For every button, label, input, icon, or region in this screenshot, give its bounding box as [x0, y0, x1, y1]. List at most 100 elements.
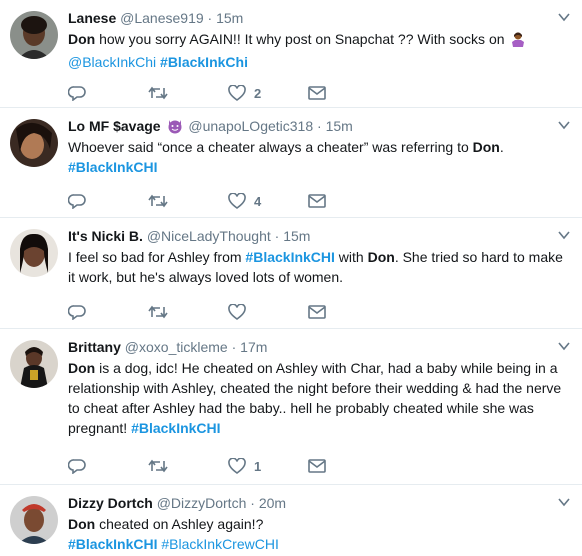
retweet-button[interactable] [148, 456, 228, 476]
separator-dot: · [231, 339, 237, 355]
tweet-text: Don cheated on Ashley again!? #BlackInkC… [68, 514, 568, 554]
reply-button[interactable] [68, 191, 148, 211]
tweet[interactable]: It's Nicki B. @NiceLadyThought · 15m I f… [0, 218, 582, 329]
like-count: 4 [254, 193, 262, 209]
user-handle[interactable]: @DizzyDortch [157, 495, 247, 511]
like-count: 2 [254, 85, 262, 101]
retweet-button[interactable] [148, 302, 228, 322]
display-name[interactable]: Lanese [68, 10, 116, 26]
tweet-header: Dizzy Dortch @DizzyDortch · 20m [68, 493, 568, 513]
user-handle[interactable]: @unapoLOgetic318 [188, 118, 313, 134]
avatar[interactable] [10, 496, 58, 544]
like-button[interactable] [228, 302, 308, 322]
text-segment: with [334, 249, 368, 265]
tweet-text: I feel so bad for Ashley from #BlackInkC… [68, 247, 568, 287]
avatar[interactable] [10, 229, 58, 277]
tweet-text: Whoever said “once a cheater always a ch… [68, 137, 568, 177]
reply-icon [68, 194, 86, 209]
like-button[interactable]: 4 [228, 191, 308, 211]
avatar[interactable] [10, 11, 58, 59]
mention-bold: Don [472, 139, 500, 155]
chevron-down-icon[interactable] [558, 120, 570, 130]
reply-button[interactable] [68, 83, 148, 103]
chevron-down-icon[interactable] [558, 230, 570, 240]
chevron-down-icon[interactable] [558, 341, 570, 351]
direct-message-button[interactable] [308, 83, 388, 103]
tweet-header: Lo MF $avage @unapoLOgetic318 · 15m [68, 116, 568, 136]
avatar[interactable] [10, 119, 58, 167]
envelope-icon [308, 86, 326, 100]
tweet-feed: Lanese @Lanese919 · 15m Don how you sorr… [0, 0, 582, 556]
display-name[interactable]: Brittany [68, 339, 121, 355]
tweet-header: It's Nicki B. @NiceLadyThought · 15m [68, 226, 568, 246]
hashtag-link[interactable]: #BlackInkCHI [68, 159, 157, 175]
hashtag-link[interactable]: #BlackInkCrewCHI [161, 536, 278, 552]
tweet-text: Don how you sorry AGAIN!! It why post on… [68, 29, 568, 72]
retweet-button[interactable] [148, 191, 228, 211]
text-segment: Whoever said “once a cheater always a ch… [68, 139, 473, 155]
heart-icon [228, 458, 246, 474]
retweet-button[interactable] [148, 83, 228, 103]
separator-dot: · [250, 495, 255, 511]
heart-icon [228, 85, 246, 101]
tweet-header: Lanese @Lanese919 · 15m [68, 8, 568, 28]
mention-bold: Don [367, 249, 395, 265]
direct-message-button[interactable] [308, 191, 388, 211]
text-segment: how you sorry AGAIN!! It why post on Sna… [95, 31, 509, 47]
timestamp[interactable]: 15m [283, 228, 310, 244]
retweet-icon [148, 86, 168, 100]
display-name[interactable]: Dizzy Dortch [68, 495, 153, 511]
reply-icon [68, 86, 86, 101]
avatar[interactable] [10, 340, 58, 388]
reply-button[interactable] [68, 302, 148, 322]
hashtag-link[interactable]: #BlackInkCHI [131, 420, 220, 436]
hashtag-link[interactable]: #BlackInkCHI [68, 536, 157, 552]
text-segment: cheated on Ashley again!? [95, 516, 264, 532]
hashtag-link[interactable]: #BlackInkChi [160, 54, 248, 70]
direct-message-button[interactable] [308, 302, 388, 322]
like-button[interactable]: 1 [228, 456, 308, 476]
heart-icon [228, 193, 246, 209]
user-handle[interactable]: @xoxo_tickleme [125, 339, 228, 355]
woman-shrugging-emoji [510, 31, 526, 52]
separator-dot: · [317, 118, 322, 134]
tweet-text: Don is a dog, idc! He cheated on Ashley … [68, 358, 568, 438]
reply-icon [68, 305, 86, 320]
timestamp[interactable]: 20m [259, 495, 286, 511]
retweet-icon [148, 459, 168, 473]
display-name[interactable]: Lo MF $avage [68, 118, 161, 134]
tweet[interactable]: Dizzy Dortch @DizzyDortch · 20m Don chea… [0, 485, 582, 556]
tweet[interactable]: Lanese @Lanese919 · 15m Don how you sorr… [0, 0, 582, 108]
tweet-actions [68, 302, 388, 322]
timestamp[interactable]: 17m [240, 339, 267, 355]
reply-button[interactable] [68, 456, 148, 476]
envelope-icon [308, 194, 326, 208]
tweet[interactable]: Brittany @xoxo_tickleme · 17m Don is a d… [0, 329, 582, 485]
display-name[interactable]: It's Nicki B. [68, 228, 143, 244]
timestamp[interactable]: 15m [216, 10, 243, 26]
text-segment: I feel so bad for Ashley from [68, 249, 246, 265]
chevron-down-icon[interactable] [558, 497, 570, 507]
tweet-actions: 4 [68, 191, 388, 211]
envelope-icon [308, 305, 326, 319]
direct-message-button[interactable] [308, 456, 388, 476]
mention-link[interactable]: @BlackInkChi [68, 54, 156, 70]
like-count: 1 [254, 458, 262, 474]
tweet[interactable]: Lo MF $avage @unapoLOgetic318 · 15m Whoe… [0, 108, 582, 218]
retweet-icon [148, 194, 168, 208]
mention-bold: Don [68, 516, 96, 532]
envelope-icon [308, 459, 326, 473]
like-button[interactable]: 2 [228, 83, 308, 103]
mention-bold: Don [68, 31, 96, 47]
purple-devil-emoji [166, 118, 184, 139]
timestamp[interactable]: 15m [326, 118, 353, 134]
mention-bold: Don [68, 360, 96, 376]
user-handle[interactable]: @Lanese919 [120, 10, 204, 26]
tweet-actions: 1 [68, 456, 388, 476]
heart-icon [228, 304, 246, 320]
hashtag-link[interactable]: #BlackInkCHI [245, 249, 334, 265]
user-handle[interactable]: @NiceLadyThought [147, 228, 271, 244]
separator-dot: · [207, 10, 213, 26]
chevron-down-icon[interactable] [558, 12, 570, 22]
separator-dot: · [274, 228, 280, 244]
